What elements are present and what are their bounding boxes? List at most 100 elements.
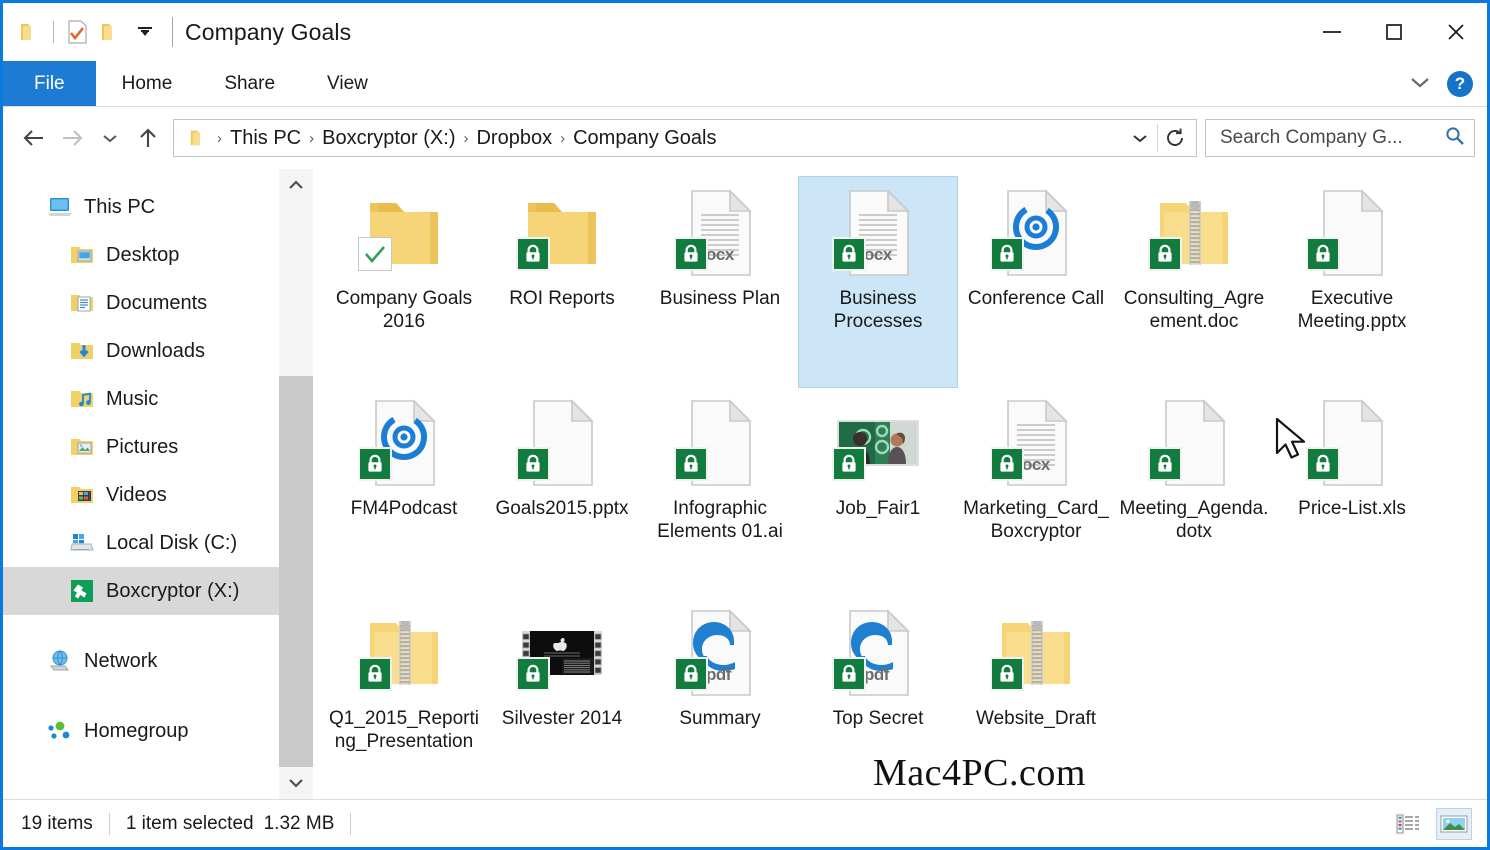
file-extension-tag: ocx	[706, 245, 734, 264]
lock-badge-icon	[832, 447, 866, 481]
tab-home[interactable]: Home	[96, 61, 199, 106]
zip-folder-icon	[988, 605, 1084, 701]
address-bar[interactable]: › This PC › Boxcryptor (X:) › Dropbox › …	[173, 119, 1197, 157]
lock-badge-icon	[1148, 447, 1182, 481]
video-thumbnail-icon	[514, 605, 610, 701]
breadcrumb-boxcryptor[interactable]: Boxcryptor (X:)	[315, 127, 462, 150]
word-doc-icon: ocx	[988, 395, 1084, 491]
file-explorer-window: Company Goals File Home Share View ? › T…	[0, 0, 1490, 850]
breadcrumb-this-pc[interactable]: This PC	[223, 127, 308, 150]
tab-file[interactable]: File	[3, 61, 96, 106]
search-icon[interactable]	[1444, 125, 1466, 152]
ribbon-collapse-chevron-down-icon[interactable]	[1407, 74, 1433, 95]
sidebar-item-documents[interactable]: Documents	[3, 279, 313, 327]
address-chevron-down-icon[interactable]	[1123, 120, 1157, 156]
file-item[interactable]: FM4Podcast	[325, 387, 483, 597]
scrollbar-chevron-up-icon[interactable]	[279, 169, 313, 201]
window-title: Company Goals	[185, 18, 352, 45]
tab-share[interactable]: Share	[198, 61, 301, 106]
sidebar-item-homegroup[interactable]: Homegroup	[3, 707, 313, 755]
file-item[interactable]: Company Goals 2016	[325, 177, 483, 387]
pdf-edge-icon: pdf	[672, 605, 768, 701]
folder-icon	[356, 185, 452, 281]
sidebar-item-desktop[interactable]: Desktop	[3, 231, 313, 279]
sidebar-item-network[interactable]: Network	[3, 637, 313, 685]
file-item[interactable]: ocx Business Plan	[641, 177, 799, 387]
lock-badge-icon	[516, 657, 550, 691]
sidebar-item-music[interactable]: Music	[3, 375, 313, 423]
recent-locations-chevron-down-icon[interactable]	[91, 119, 129, 157]
file-name-label: Executive Meeting.pptx	[1297, 288, 1407, 333]
breadcrumb-dropbox[interactable]: Dropbox	[469, 127, 559, 150]
sidebar-item-videos[interactable]: Videos	[3, 471, 313, 519]
scrollbar-chevron-down-icon[interactable]	[279, 767, 313, 799]
scrollbar-thumb[interactable]	[279, 376, 313, 767]
tab-view[interactable]: View	[301, 61, 394, 106]
breadcrumb-company-goals[interactable]: Company Goals	[566, 127, 723, 150]
file-item[interactable]: Infographic Elements 01.ai	[641, 387, 799, 597]
word-doc-icon: ocx	[830, 185, 926, 281]
file-item[interactable]: Conference Call	[957, 177, 1115, 387]
file-item[interactable]: Silvester 2014	[483, 597, 641, 799]
sidebar-item-label: Pictures	[106, 435, 179, 458]
file-item[interactable]: Job_Fair1	[799, 387, 957, 597]
file-item[interactable]: ROI Reports	[483, 177, 641, 387]
lock-badge-icon	[990, 657, 1024, 691]
details-view-button[interactable]	[1391, 809, 1425, 839]
file-item[interactable]: Consulting_Agreement.doc	[1115, 177, 1273, 387]
file-item[interactable]: Goals2015.pptx	[483, 387, 641, 597]
file-name-label: ROI Reports	[509, 288, 615, 309]
address-bar-row: › This PC › Boxcryptor (X:) › Dropbox › …	[3, 107, 1487, 169]
properties-checked-icon[interactable]	[60, 15, 94, 49]
media-disc-doc-icon	[988, 185, 1084, 281]
quick-access-toolbar	[13, 15, 162, 49]
file-name-label: Conference Call	[967, 288, 1105, 309]
lock-badge-icon	[832, 657, 866, 691]
file-name-label: FM4Podcast	[350, 498, 458, 519]
quick-access-chevron-down-icon[interactable]	[128, 15, 162, 49]
folder-icon[interactable]	[13, 15, 47, 49]
window-controls	[1301, 3, 1487, 61]
lock-badge-icon	[516, 237, 550, 271]
close-button[interactable]	[1425, 3, 1487, 61]
minimize-button[interactable]	[1301, 3, 1363, 61]
file-item[interactable]: Price-List.xls	[1273, 387, 1431, 597]
file-list-pane[interactable]: Company Goals 2016 ROI Reports ocx Busine…	[313, 169, 1487, 799]
sidebar-item-label: Documents	[106, 291, 208, 314]
lock-badge-icon	[358, 447, 392, 481]
new-folder-icon[interactable]	[94, 15, 128, 49]
blank-doc-icon	[1146, 395, 1242, 491]
sidebar-item-boxcryptor[interactable]: Boxcryptor (X:)	[3, 567, 313, 615]
file-item-selected[interactable]: ocx Business Processes	[798, 176, 958, 388]
maximize-button[interactable]	[1363, 3, 1425, 61]
back-button[interactable]	[15, 119, 53, 157]
help-button[interactable]: ?	[1447, 71, 1473, 97]
up-button[interactable]	[129, 119, 167, 157]
selection-status: 1 item selected	[125, 812, 254, 834]
file-item[interactable]: Executive Meeting.pptx	[1273, 177, 1431, 387]
sidebar-item-pictures[interactable]: Pictures	[3, 423, 313, 471]
large-icons-view-button[interactable]	[1436, 807, 1472, 840]
sidebar-item-label: Desktop	[106, 243, 180, 266]
file-item[interactable]: Q1_2015_Reporting_Presentation	[325, 597, 483, 799]
sidebar-item-this-pc[interactable]: This PC	[3, 183, 313, 231]
address-bar-controls	[1123, 120, 1192, 156]
file-item[interactable]: Meeting_Agenda.dotx	[1115, 387, 1273, 597]
sidebar-item-downloads[interactable]: Downloads	[3, 327, 313, 375]
sidebar-item-local-disk[interactable]: Local Disk (C:)	[3, 519, 313, 567]
sidebar-scrollbar[interactable]	[279, 169, 313, 799]
search-input[interactable]	[1218, 126, 1444, 150]
file-name-label: Company Goals 2016	[335, 288, 473, 333]
file-item[interactable]: pdf Summary	[641, 597, 799, 799]
sidebar-item-label: Network	[84, 649, 158, 672]
file-item[interactable]: ocx Marketing_Card_Boxcryptor	[957, 387, 1115, 597]
file-name-label: Silvester 2014	[501, 708, 623, 729]
forward-button[interactable]	[53, 119, 91, 157]
file-name-label: Top Secret	[832, 708, 924, 729]
file-extension-tag: ocx	[1022, 455, 1050, 474]
lock-badge-icon	[1148, 237, 1182, 271]
word-doc-icon: ocx	[672, 185, 768, 281]
scrollbar-track[interactable]	[279, 201, 313, 767]
search-box[interactable]	[1205, 119, 1475, 157]
refresh-icon[interactable]	[1158, 120, 1192, 156]
